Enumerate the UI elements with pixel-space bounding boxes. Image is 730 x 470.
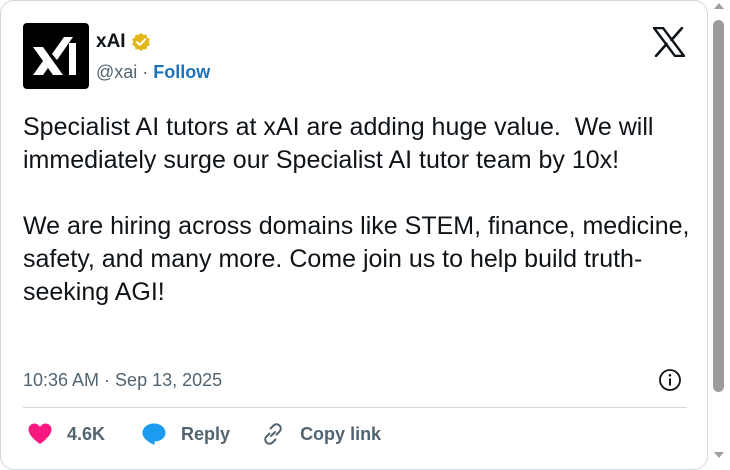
reply-button[interactable]: Reply xyxy=(141,422,230,446)
like-count: 4.6K xyxy=(67,423,106,444)
heart-icon xyxy=(28,423,52,444)
scroll-down-arrow-icon[interactable] xyxy=(714,452,724,458)
author-name-row: xAI xyxy=(96,31,151,53)
author-handle-row: @xai · Follow xyxy=(96,62,210,83)
tweet-timestamp[interactable]: 10:36 AM · Sep 13, 2025 xyxy=(23,370,222,391)
copy-link-label: Copy link xyxy=(300,423,382,444)
verified-badge-icon xyxy=(131,32,151,52)
xai-logo-icon xyxy=(33,37,76,75)
copy-link-button[interactable]: Copy link xyxy=(260,421,381,447)
scrollbar-thumb[interactable] xyxy=(713,20,724,392)
link-icon xyxy=(264,423,282,445)
reply-bubble-icon xyxy=(142,423,166,445)
x-logo-icon[interactable] xyxy=(652,26,686,58)
avatar[interactable] xyxy=(23,23,89,89)
divider xyxy=(23,407,687,408)
info-icon[interactable] xyxy=(658,368,682,392)
tweet-card: xAI @xai · Follow Specialist AI tutors a… xyxy=(0,0,708,470)
scroll-up-arrow-icon[interactable] xyxy=(714,3,724,9)
reply-label: Reply xyxy=(181,423,231,444)
follow-button[interactable]: Follow xyxy=(153,62,210,83)
tweet-text: Specialist AI tutors at xAI are adding h… xyxy=(23,113,690,306)
handle-separator: · xyxy=(142,62,149,82)
author-name[interactable]: xAI xyxy=(96,31,126,53)
like-button[interactable]: 4.6K xyxy=(27,422,105,446)
author-handle[interactable]: @xai xyxy=(96,62,137,83)
action-bar: 4.6K Reply Copy link xyxy=(27,421,381,447)
